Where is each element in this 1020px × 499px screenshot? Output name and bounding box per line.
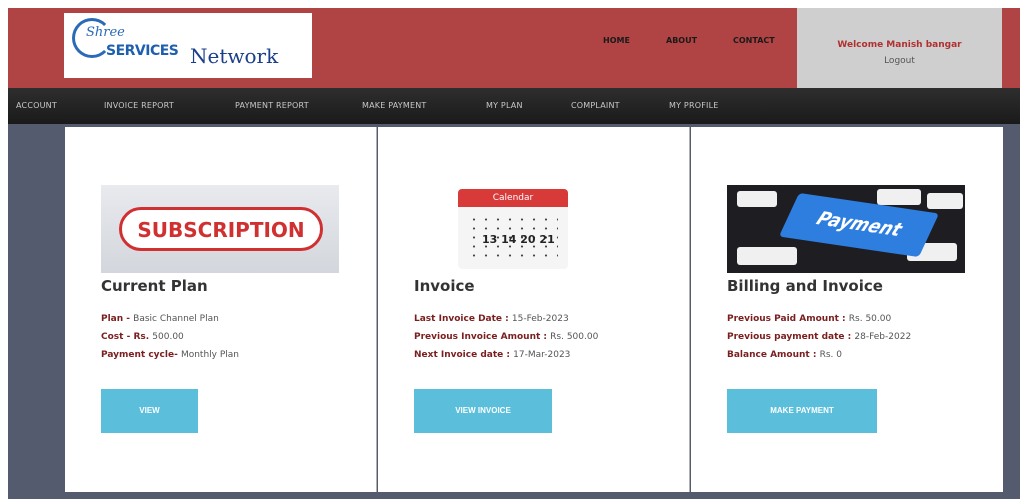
logo-services: SERVICES — [106, 43, 179, 59]
make-payment-button[interactable]: MAKE PAYMENT — [727, 389, 877, 433]
logout-link[interactable]: Logout — [797, 56, 1002, 66]
key — [737, 247, 797, 265]
subscription-pill: SUBSCRIPTION — [119, 207, 323, 251]
calendar-image: Calendar 13 14 20 21 — [414, 185, 652, 273]
last-invoice-line: Last Invoice Date : 15-Feb-2023 — [414, 314, 569, 324]
payment-cycle-line: Payment cycle- Monthly Plan — [101, 350, 239, 360]
logo-shree: Shree — [86, 25, 125, 40]
calendar-numbers: 13 14 20 21 — [482, 233, 555, 246]
welcome-text: Welcome Manish bangar — [837, 40, 962, 50]
key — [927, 193, 963, 209]
cost-line: Cost - Rs. 500.00 — [101, 332, 184, 342]
card-current-plan: SUBSCRIPTION Current Plan Plan - Basic C… — [65, 127, 377, 492]
card-title: Billing and Invoice — [727, 277, 883, 295]
prev-paid-line: Previous Paid Amount : Rs. 50.00 — [727, 314, 892, 324]
nav-contact[interactable]: CONTACT — [733, 36, 775, 45]
menu-account[interactable]: ACCOUNT — [16, 101, 57, 110]
subscription-image: SUBSCRIPTION — [101, 185, 339, 273]
logo[interactable]: Shree SERVICES Network — [64, 13, 312, 78]
logo-network: Network — [190, 44, 279, 68]
view-invoice-button[interactable]: VIEW INVOICE — [414, 389, 552, 433]
prev-payment-date-line: Previous payment date : 28-Feb-2022 — [727, 332, 912, 342]
welcome-box: Welcome Manish bangar Logout — [797, 8, 1002, 88]
view-button[interactable]: VIEW — [101, 389, 198, 433]
key — [737, 191, 777, 207]
menu-invoice-report[interactable]: INVOICE REPORT — [104, 101, 174, 110]
menu-my-plan[interactable]: MY PLAN — [486, 101, 523, 110]
menu-make-payment[interactable]: MAKE PAYMENT — [362, 101, 427, 110]
card-title: Current Plan — [101, 277, 208, 295]
balance-line: Balance Amount : Rs. 0 — [727, 350, 842, 360]
menu-my-profile[interactable]: MY PROFILE — [669, 101, 718, 110]
card-title: Invoice — [414, 277, 475, 295]
subscription-text: SUBSCRIPTION — [137, 218, 305, 242]
calendar-icon: Calendar 13 14 20 21 — [458, 189, 568, 269]
calendar-header: Calendar — [458, 189, 568, 207]
next-invoice-line: Next Invoice date : 17-Mar-2023 — [414, 350, 571, 360]
prev-invoice-line: Previous Invoice Amount : Rs. 500.00 — [414, 332, 599, 342]
menu-payment-report[interactable]: PAYMENT REPORT — [235, 101, 309, 110]
plan-line: Plan - Basic Channel Plan — [101, 314, 219, 324]
nav-home[interactable]: HOME — [603, 36, 630, 45]
menu-complaint[interactable]: COMPLAINT — [571, 101, 620, 110]
menu-bar: ACCOUNT INVOICE REPORT PAYMENT REPORT MA… — [8, 88, 1020, 124]
payment-image: Payment — [727, 185, 965, 273]
card-billing: Payment Billing and Invoice Previous Pai… — [691, 127, 1003, 492]
key — [877, 189, 921, 205]
nav-about[interactable]: ABOUT — [666, 36, 697, 45]
card-invoice: Calendar 13 14 20 21 Invoice Last Invoic… — [378, 127, 690, 492]
